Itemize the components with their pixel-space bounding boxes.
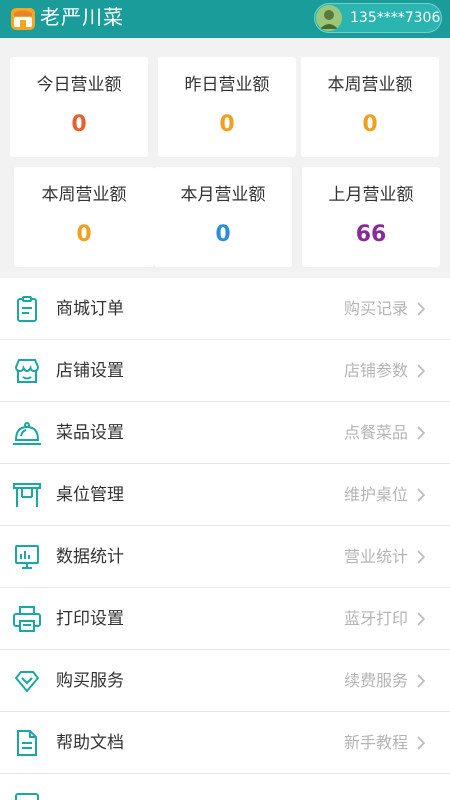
user-phone: 135****7306 <box>350 10 441 26</box>
avatar <box>316 5 342 31</box>
diamond-icon <box>14 671 40 693</box>
menu-item-mall-orders[interactable]: 商城订单 购买记录 <box>0 278 450 340</box>
stat-label: 本周营业额 <box>327 75 413 95</box>
menu-item-label: 数据统计 <box>56 547 124 567</box>
menu-item-shop-settings[interactable]: 店铺设置 店铺参数 <box>0 340 450 402</box>
monitor-chart-icon <box>15 545 39 569</box>
menu-item-statistics[interactable]: 数据统计 营业统计 <box>0 526 450 588</box>
menu-item-label: 帮助文档 <box>56 733 124 753</box>
stat-card-last-month[interactable]: 上月营业额 66 <box>302 167 440 267</box>
stat-value: 0 <box>71 112 87 137</box>
menu-item-print-settings[interactable]: 打印设置 蓝牙打印 <box>0 588 450 650</box>
stat-label: 今日营业额 <box>36 75 122 95</box>
shop-name: 老严川菜 <box>40 5 124 29</box>
stat-card-week[interactable]: 本周营业额 0 <box>14 167 154 267</box>
stat-label: 上月营业额 <box>328 185 414 205</box>
document-icon <box>17 730 37 756</box>
stat-value: 66 <box>355 222 387 247</box>
stat-label: 本周营业额 <box>41 185 127 205</box>
stat-card-this-month[interactable]: 本月营业额 0 <box>154 167 292 267</box>
menu-item-table-management[interactable]: 桌位管理 维护桌位 <box>0 464 450 526</box>
menu-item-hint: 点餐菜品 <box>343 423 408 442</box>
stat-card-this-week[interactable]: 本周营业额 0 <box>301 57 439 157</box>
chevron-right-icon <box>417 426 426 440</box>
storefront-icon <box>14 359 40 383</box>
menu-item-label: 打印设置 <box>56 609 124 629</box>
chevron-right-icon <box>417 550 426 564</box>
chevron-right-icon <box>417 612 426 626</box>
stat-card-yesterday[interactable]: 昨日营业额 0 <box>158 57 296 157</box>
menu-item-label: 店铺设置 <box>56 361 124 381</box>
stat-card-today[interactable]: 今日营业额 0 <box>10 57 148 157</box>
menu-item-help-docs[interactable]: 帮助文档 新手教程 <box>0 712 450 774</box>
menu-item-label: 菜品设置 <box>56 423 124 443</box>
menu-item-hint: 店铺参数 <box>343 361 408 380</box>
stat-value: 0 <box>76 222 92 247</box>
chevron-right-icon <box>417 302 426 316</box>
menu-item-label: 购买服务 <box>56 671 124 691</box>
partial-icon <box>15 793 39 800</box>
stat-label: 本月营业额 <box>180 185 266 205</box>
chevron-right-icon <box>417 736 426 750</box>
user-account-button[interactable]: 135****7306 <box>314 3 442 33</box>
menu-item-label: 商城订单 <box>56 299 124 319</box>
settings-menu: 商城订单 购买记录 店铺设置 店铺参数 菜品设置 点餐菜品 桌位管理 维护桌位 … <box>0 278 450 800</box>
chevron-right-icon <box>417 488 426 502</box>
menu-item-purchase-service[interactable]: 购买服务 续费服务 <box>0 650 450 712</box>
stat-label: 昨日营业额 <box>184 75 270 95</box>
menu-item-hint: 购买记录 <box>343 299 408 318</box>
menu-item-hint: 蓝牙打印 <box>343 609 408 628</box>
clipboard-icon <box>17 296 37 322</box>
printer-icon <box>13 606 41 632</box>
menu-item-hint: 新手教程 <box>343 733 408 752</box>
table-icon <box>13 483 41 507</box>
menu-item-hint: 营业统计 <box>343 547 408 566</box>
menu-item-label: 桌位管理 <box>56 485 124 505</box>
user-avatar-icon <box>316 5 342 31</box>
stat-value: 0 <box>215 222 231 247</box>
menu-item-partial[interactable] <box>0 774 450 800</box>
menu-item-hint: 续费服务 <box>343 671 408 690</box>
chevron-right-icon <box>417 364 426 378</box>
stat-value: 0 <box>362 112 378 137</box>
chevron-right-icon <box>417 674 426 688</box>
menu-item-dish-settings[interactable]: 菜品设置 点餐菜品 <box>0 402 450 464</box>
menu-item-hint: 维护桌位 <box>343 485 408 504</box>
app-header: 老严川菜 135****7306 <box>0 0 450 38</box>
food-cloche-icon <box>13 422 41 445</box>
shop-logo-icon <box>11 8 35 30</box>
stat-value: 0 <box>219 112 235 137</box>
